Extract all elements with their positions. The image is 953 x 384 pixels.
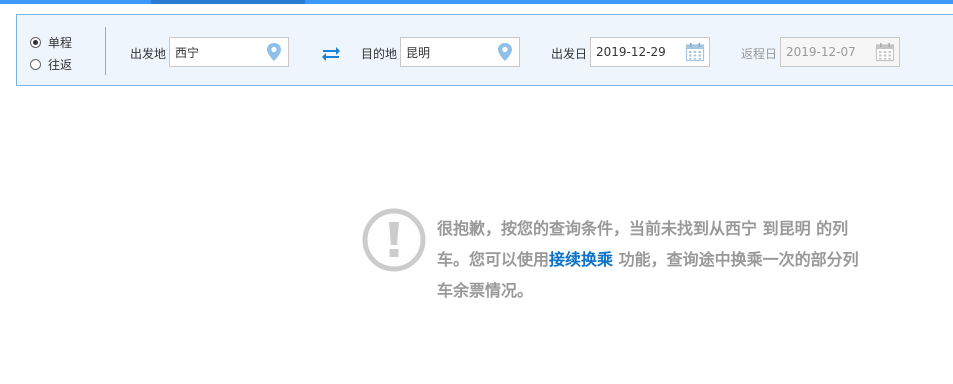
top-nav-stripe	[0, 0, 953, 4]
round-trip-radio[interactable]	[30, 58, 41, 70]
return-date-label: 返程日	[741, 47, 778, 61]
one-way-radio[interactable]	[30, 36, 41, 48]
transfer-search-link[interactable]: 接续换乘	[549, 250, 613, 269]
calendar-icon[interactable]	[875, 42, 895, 62]
to-station-value: 昆明	[406, 45, 431, 60]
map-pin-icon[interactable]	[495, 42, 515, 62]
one-way-label: 单程	[48, 35, 73, 50]
trip-type-round-trip[interactable]: 往返	[30, 53, 106, 75]
exclamation-circle-icon	[362, 208, 426, 272]
from-station-label: 出发地	[130, 47, 167, 61]
map-pin-icon[interactable]	[264, 42, 284, 62]
depart-date-value: 2019-12-29	[596, 45, 666, 59]
top-nav-active-tab-indicator	[151, 0, 305, 4]
depart-date-label: 出发日	[551, 47, 588, 61]
from-station-input[interactable]: 西宁	[169, 37, 289, 67]
ticket-search-bar: 单程 往返 出发地 西宁 目的地 昆明 出发日 2019-12-29 返程日 2…	[16, 14, 953, 86]
to-station-input[interactable]: 昆明	[400, 37, 520, 67]
trip-type-divider	[105, 27, 106, 75]
depart-date-input[interactable]: 2019-12-29	[590, 37, 710, 67]
return-date-input[interactable]: 2019-12-07	[780, 37, 900, 67]
from-station-value: 西宁	[175, 45, 200, 60]
return-date-value: 2019-12-07	[786, 45, 856, 59]
calendar-icon[interactable]	[685, 42, 705, 62]
round-trip-label: 往返	[48, 57, 73, 72]
no-trains-notice: 很抱歉，按您的查询条件，当前未找到从西宁 到昆明 的列车。您可以使用接续换乘 功…	[361, 207, 861, 317]
swap-arrows-icon[interactable]	[321, 44, 341, 62]
trip-type-selector: 单程 往返	[30, 31, 106, 75]
trip-type-one-way[interactable]: 单程	[30, 31, 106, 53]
to-station-label: 目的地	[361, 47, 398, 61]
notice-message: 很抱歉，按您的查询条件，当前未找到从西宁 到昆明 的列车。您可以使用接续换乘 功…	[437, 213, 861, 306]
